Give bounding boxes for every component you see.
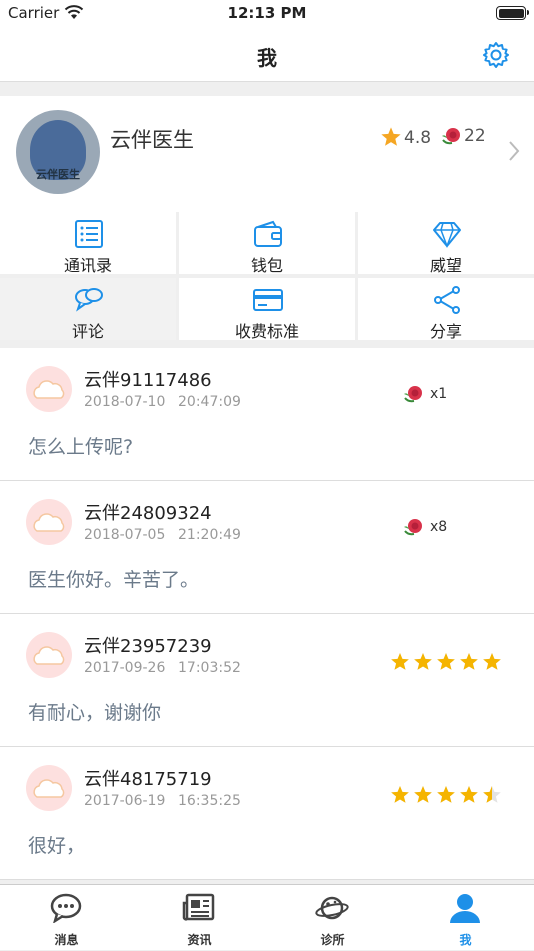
star-icon — [414, 786, 432, 803]
menu-share[interactable]: 分享 — [358, 278, 534, 341]
card-icon — [253, 289, 283, 311]
tab-label: 消息 — [54, 933, 79, 947]
review-date: 2017-09-26 — [84, 660, 166, 676]
profile-name: 云伴医生 — [110, 128, 194, 152]
avatar — [26, 632, 72, 678]
menu-label: 分享 — [429, 322, 462, 341]
menu-label: 通讯录 — [63, 256, 112, 275]
share-icon — [434, 286, 460, 314]
menu-fees[interactable]: 收费标准 — [179, 278, 355, 341]
flower-icon — [404, 519, 422, 536]
star-icon — [414, 653, 432, 670]
menu-label: 钱包 — [250, 256, 283, 275]
cloud-icon — [33, 779, 65, 798]
review-time: 17:03:52 — [178, 660, 241, 676]
tab-label: 我 — [459, 933, 472, 947]
menu-prestige[interactable]: 威望 — [358, 212, 534, 275]
contacts-icon — [75, 220, 103, 248]
flower-icon — [442, 128, 460, 145]
status-bar: Carrier 12:13 PM — [0, 0, 534, 30]
avatar — [26, 366, 72, 412]
review-username: 云伴24809324 — [84, 503, 212, 524]
star-icon — [460, 786, 478, 803]
profile-card[interactable]: 云伴医生 云伴医生 4.8 22 — [0, 96, 534, 212]
tab-bar: 消息 资讯 诊所 我 — [0, 884, 534, 950]
review-date: 2018-07-05 — [84, 527, 166, 543]
news-icon — [182, 893, 215, 921]
review-username: 云伴91117486 — [84, 370, 212, 391]
tab-clinic[interactable]: 诊所 — [266, 885, 399, 951]
review-date: 2018-07-10 — [84, 394, 166, 410]
review-username: 云伴48175719 — [84, 769, 212, 790]
review-item[interactable]: 云伴23957239 2017-09-26 17:03:52 有耐心，谢谢你 — [0, 614, 534, 747]
cloud-icon — [33, 513, 65, 532]
nav-bar: 我 — [0, 30, 534, 82]
review-text: 医生你好。辛苦了。 — [28, 569, 200, 591]
tab-me[interactable]: 我 — [399, 885, 532, 951]
review-text: 有耐心，谢谢你 — [28, 702, 162, 724]
star-rating — [391, 653, 501, 670]
comments-icon — [75, 288, 103, 312]
review-date: 2017-06-19 — [84, 793, 166, 809]
review-time: 20:47:09 — [178, 394, 241, 410]
review-list: 云伴91117486 2018-07-10 20:47:09 x1 怎么上传呢?… — [0, 348, 534, 880]
avatar: 云伴医生 — [16, 110, 100, 194]
tab-messages[interactable]: 消息 — [0, 885, 133, 951]
menu-comments[interactable]: 评论 — [0, 278, 176, 341]
avatar-logo-text: 云伴医生 — [36, 168, 80, 181]
gear-icon[interactable] — [482, 41, 510, 69]
review-time: 16:35:25 — [178, 793, 241, 809]
chat-icon — [50, 893, 82, 923]
wallet-icon — [254, 220, 282, 247]
review-item[interactable]: 云伴91117486 2018-07-10 20:47:09 x1 怎么上传呢? — [0, 348, 534, 481]
clock: 12:13 PM — [227, 4, 307, 22]
tab-label: 资讯 — [187, 933, 212, 947]
star-icon — [483, 786, 501, 803]
avatar — [26, 765, 72, 811]
person-icon — [450, 894, 480, 923]
flower-count: 22 — [464, 126, 486, 146]
review-text: 很好， — [28, 835, 86, 857]
star-icon — [381, 127, 401, 146]
star-icon — [391, 786, 409, 803]
cloud-icon — [33, 380, 65, 399]
menu-wallet[interactable]: 钱包 — [179, 212, 355, 275]
battery-icon — [496, 6, 529, 20]
gift-count: x1 — [430, 386, 448, 402]
rating-value: 4.8 — [404, 128, 432, 148]
avatar — [26, 499, 72, 545]
page-title: 我 — [257, 46, 277, 70]
star-icon — [437, 786, 455, 803]
review-item[interactable]: 云伴24809324 2018-07-05 21:20:49 x8 医生你好。辛… — [0, 481, 534, 614]
star-icon — [437, 653, 455, 670]
review-username: 云伴23957239 — [84, 636, 212, 657]
review-text: 怎么上传呢? — [28, 436, 134, 458]
star-icon — [460, 653, 478, 670]
chevron-right-icon — [509, 141, 520, 161]
star-icon — [391, 653, 409, 670]
star-icon — [483, 653, 501, 670]
menu-contacts[interactable]: 通讯录 — [0, 212, 176, 275]
menu-label: 威望 — [429, 256, 462, 275]
planet-icon — [315, 896, 349, 920]
review-item[interactable]: 云伴48175719 2017-06-19 16:35:25 很好， — [0, 747, 534, 880]
diamond-icon — [433, 222, 461, 248]
cloud-icon — [33, 646, 65, 665]
gift-count: x8 — [430, 519, 448, 535]
star-rating — [391, 786, 501, 803]
flower-icon — [404, 386, 422, 403]
review-time: 21:20:49 — [178, 527, 241, 543]
tab-label: 诊所 — [320, 933, 345, 947]
menu-label: 收费标准 — [234, 322, 299, 341]
tab-news[interactable]: 资讯 — [133, 885, 266, 951]
menu-label: 评论 — [71, 322, 104, 341]
function-grid: 通讯录 钱包 威望 评论 收费标准 分享 — [0, 212, 534, 342]
